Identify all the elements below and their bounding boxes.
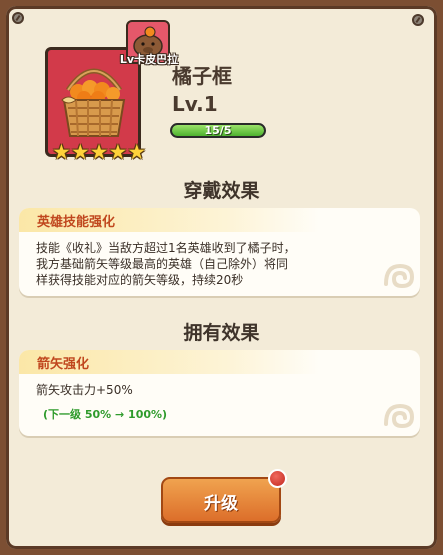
star-icon: ★ [52, 140, 71, 164]
notification-dot-icon [268, 469, 287, 488]
own-effect-heading: 拥有效果 [183, 322, 260, 344]
star-icon: ★ [127, 140, 147, 164]
corner-bolt-icon [412, 14, 424, 26]
wear-effect-line-2: 我方基础箭矢等级最高的英雄（自己除外）将同 [36, 257, 289, 271]
rarity-stars: ★ ★ ★ ★ ★ [52, 138, 147, 166]
star-icon: ★ [108, 140, 128, 164]
wear-effect-line-1: 技能《收礼》当敌方超过1名英雄收到了橘子时， [36, 241, 296, 255]
upgrade-button-label: 升级 [204, 494, 238, 514]
upgrade-button[interactable]: 升级 [161, 477, 281, 523]
wear-effect-heading: 穿戴效果 [183, 180, 260, 202]
upgrade-progress-bar: 15/5 [170, 123, 266, 138]
swirl-decoration-icon [384, 263, 415, 289]
wear-effect-card: 英雄技能强化 技能《收礼》当敌方超过1名英雄收到了橘子时， 我方基础箭矢等级最高… [19, 208, 420, 296]
own-effect-card: 箭矢强化 箭矢攻击力+50% (下一级 50% → 100%) [19, 350, 420, 436]
item-name: 橘子框 [172, 64, 232, 88]
own-effect-title: 箭矢强化 [37, 357, 90, 372]
next-level-preview: (下一级 50% → 100%) [43, 408, 168, 421]
own-effect-line: 箭矢攻击力+50% [36, 383, 133, 397]
item-level: Lv.1 [172, 92, 218, 116]
corner-bolt-icon [12, 12, 24, 24]
swirl-decoration-icon [384, 403, 415, 429]
star-icon: ★ [89, 140, 109, 164]
progress-text: 15/5 [204, 124, 232, 137]
wear-effect-title: 英雄技能强化 [37, 215, 116, 230]
orange-basket-icon [61, 68, 126, 137]
star-icon: ★ [70, 140, 90, 164]
wear-effect-line-3: 样获得技能对应的箭矢等级，持续20秒 [36, 273, 244, 287]
